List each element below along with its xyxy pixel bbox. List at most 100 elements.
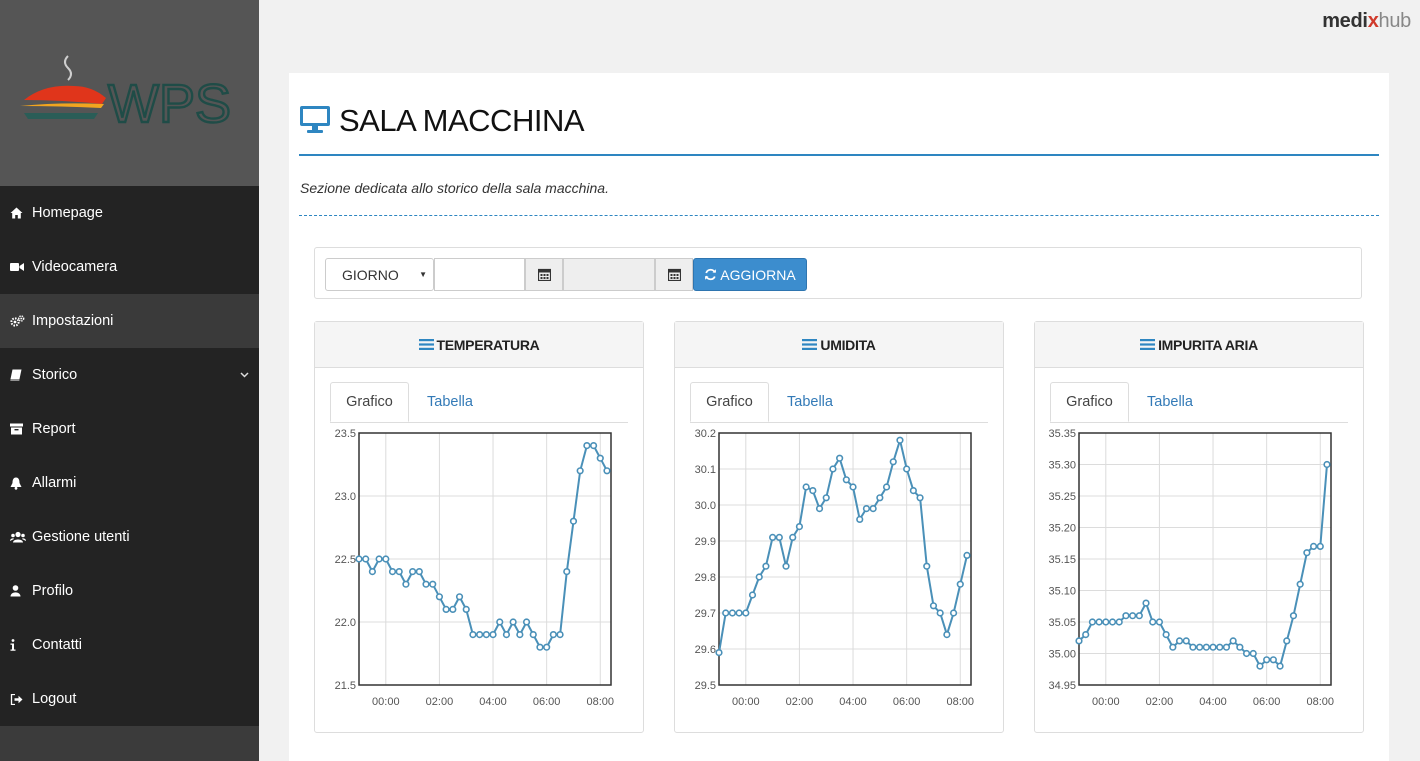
sidebar-item-label: Contatti [32,637,82,653]
y-tick-label: 30.1 [695,464,716,476]
sidebar-item-impostazioni[interactable]: Impostazioni [0,294,259,348]
card-header: IMPURITA ARIA [1035,322,1363,368]
data-point [368,568,377,576]
to-date-input[interactable] [563,258,655,291]
data-point [1316,542,1324,550]
sign-out-icon [10,693,32,705]
data-point [569,517,578,525]
data-point [742,609,750,617]
data-point [876,494,884,502]
y-tick-label: 35.25 [1048,491,1076,503]
data-point [462,605,470,613]
data-point [563,568,571,576]
data-point [1323,460,1331,469]
data-point [435,593,444,601]
air-impurity-card: IMPURITA ARIA Grafico Tabella 34.95 35.00… [1034,321,1364,733]
sidebar-item-label: Gestione utenti [32,529,130,545]
sidebar-nav: Homepage Videocamera Impostazioni Storico Re… [0,186,259,726]
tab-grafico[interactable]: Grafico [330,382,409,422]
title-divider [299,154,1379,156]
card-header: TEMPERATURA [315,322,643,368]
data-point [762,562,770,570]
data-point [469,631,477,639]
y-tick-label: 23.0 [335,491,356,503]
data-point [1142,599,1150,607]
sidebar-item-label: Profilo [32,583,74,599]
data-point [936,609,944,617]
chart-grid [719,433,971,685]
sidebar-item-logout[interactable]: Logout [0,672,259,726]
desktop-icon [299,104,331,139]
data-point [455,593,464,601]
card-header: UMIDITA [675,322,1003,368]
tab-tabella[interactable]: Tabella [409,382,491,422]
card-title: TEMPERATURA [436,336,540,353]
dashed-divider [299,215,1379,216]
data-point [1276,662,1284,670]
data-point [382,555,390,563]
data-point [728,609,737,617]
x-tick-label: 08:00 [947,696,975,708]
tab-grafico[interactable]: Grafico [1050,382,1129,422]
data-point [903,465,911,473]
sidebar-item-label: Impostazioni [32,313,114,329]
x-tick-label: 02:00 [426,696,454,708]
data-point [1169,643,1177,651]
data-point [1283,637,1291,645]
sidebar-item-videocamera[interactable]: Videocamera [0,240,259,294]
sidebar: WPS Homepage Videocamera Impostazioni Stori… [0,0,259,761]
data-point [1289,612,1298,620]
from-date-input[interactable] [434,258,525,291]
data-point [395,568,403,576]
video-camera-icon [10,262,32,272]
data-point [956,580,964,588]
data-point [388,568,397,576]
data-point [583,442,591,450]
sidebar-item-gestione-utenti[interactable]: Gestione utenti [0,510,259,564]
sidebar-item-storico[interactable]: Storico [0,348,259,402]
chevron-down-icon[interactable] [240,366,249,382]
sidebar-item-homepage[interactable]: Homepage [0,186,259,240]
plot-frame [718,432,972,686]
sidebar-item-contatti[interactable]: Contatti [0,618,259,672]
data-point [802,483,810,491]
data-point [516,631,524,639]
data-point [1108,618,1117,626]
y-tick-label: 35.00 [1048,649,1076,661]
to-date-calendar-button[interactable] [655,258,693,291]
tab-tabella[interactable]: Tabella [769,382,851,422]
data-point [795,522,804,531]
data-point [1263,656,1271,664]
x-tick-label: 00:00 [372,696,400,708]
data-point [1242,649,1251,658]
period-select-value: GIORNO [342,266,399,283]
y-tick-label: 35.10 [1048,586,1076,598]
data-point [1269,656,1277,664]
tab-grafico[interactable]: Grafico [690,382,769,422]
refresh-button-label: AGGIORNA [720,266,796,283]
sidebar-item-profilo[interactable]: Profilo [0,564,259,618]
from-date-calendar-button[interactable] [525,258,563,291]
data-point [789,533,797,541]
series-line [1078,464,1328,668]
y-tick-label: 29.8 [695,572,716,584]
sidebar-item-allarmi[interactable]: Allarmi [0,456,259,510]
data-point [1115,618,1123,626]
x-tick-label: 08:00 [1307,696,1335,708]
data-point [842,476,850,484]
data-point [815,504,824,513]
sidebar-item-label: Videocamera [32,259,118,275]
refresh-button[interactable]: AGGIORNA [693,258,807,291]
data-point [1155,618,1164,626]
cogs-icon [10,315,32,327]
data-point [829,465,837,473]
data-point [1196,643,1204,651]
tab-tabella[interactable]: Tabella [1129,382,1211,422]
data-point [502,631,511,639]
sidebar-item-report[interactable]: Report [0,402,259,456]
data-point [1102,618,1110,626]
data-point [489,631,497,639]
data-point [916,494,924,502]
period-select[interactable]: GIORNO ▼ [325,258,434,291]
data-point [375,555,383,563]
